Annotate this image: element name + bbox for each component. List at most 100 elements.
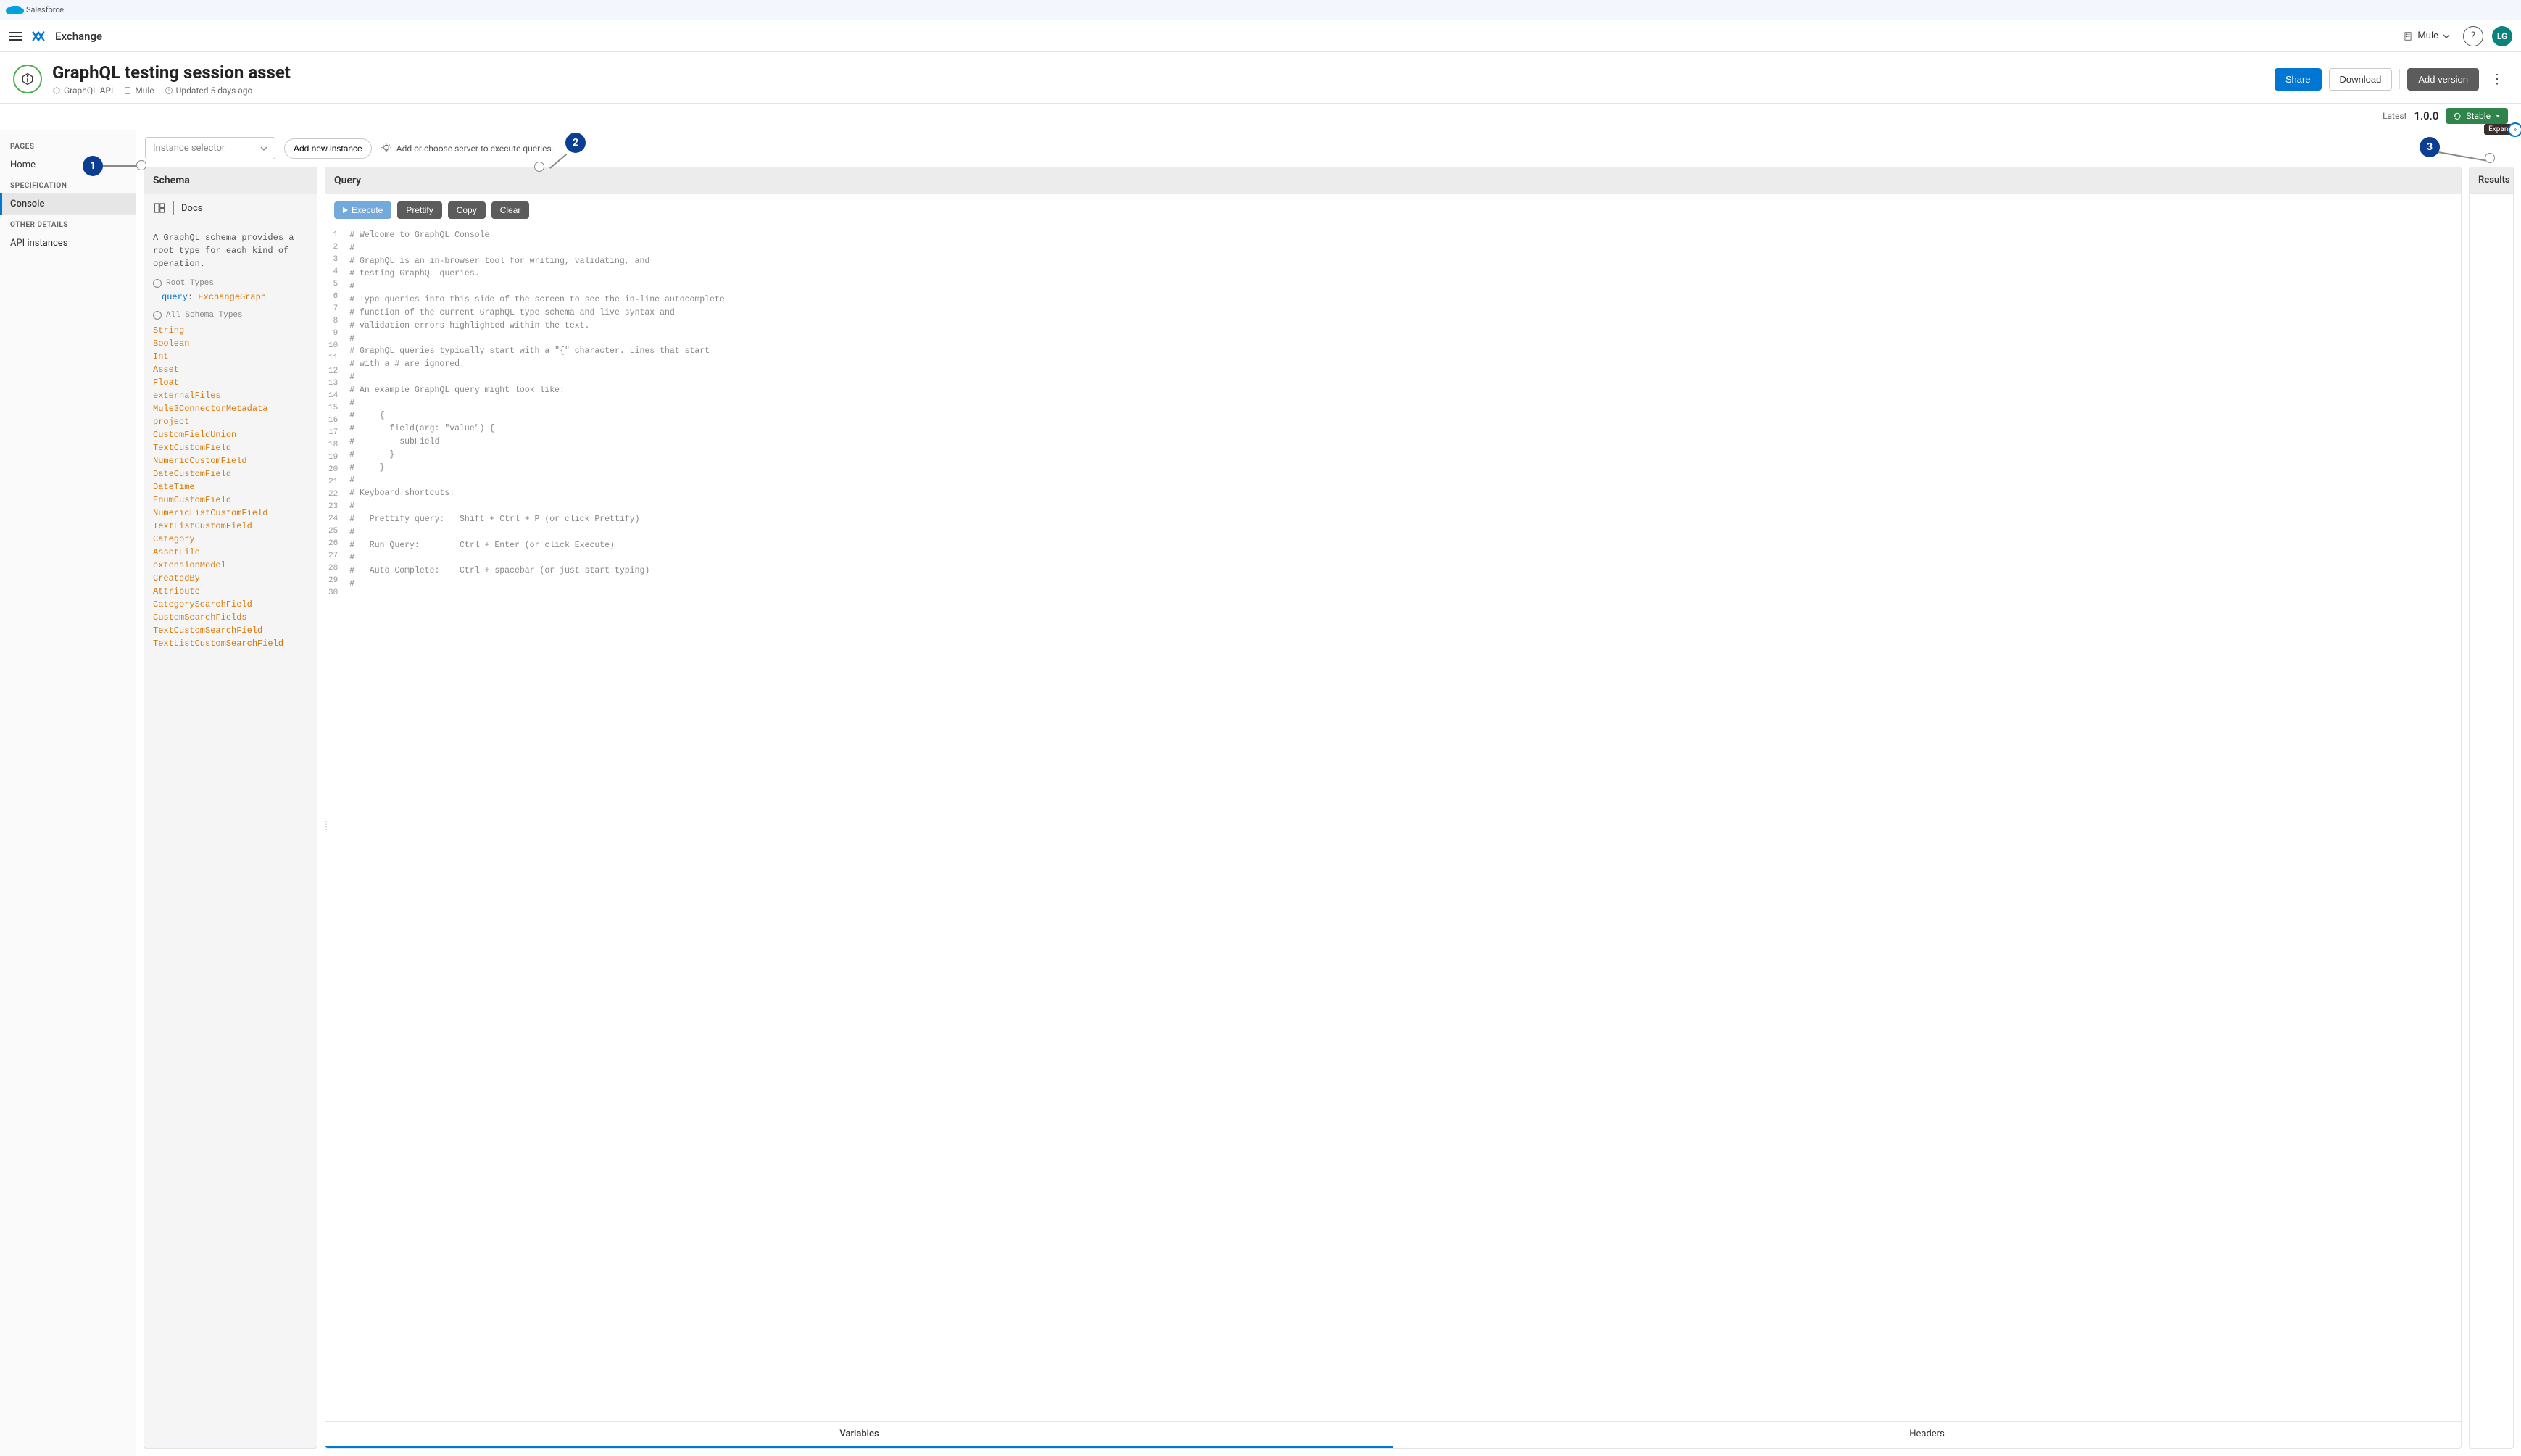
add-version-button[interactable]: Add version: [2407, 68, 2479, 91]
caret-down-icon: [2495, 113, 2501, 119]
callout-3: 3: [2420, 137, 2440, 157]
schema-type-item[interactable]: Category: [153, 533, 308, 546]
schema-type-item[interactable]: EnumCustomField: [153, 494, 308, 507]
callout-3-ring: [2485, 153, 2495, 163]
schema-type-item[interactable]: CreatedBy: [153, 572, 308, 585]
instance-row: Instance selector Add new instance Add o…: [136, 130, 2521, 167]
schema-type-item[interactable]: NumericCustomField: [153, 454, 308, 467]
clear-button[interactable]: Clear: [491, 201, 530, 219]
play-icon: [343, 207, 348, 213]
drag-handle-icon[interactable]: ⋮⋮: [325, 824, 330, 830]
callout-1: 1: [83, 156, 103, 176]
sidebar-item-api-instances[interactable]: API instances: [0, 232, 136, 254]
query-panel: Query Execute Prettify Copy Clear ⋮⋮ 123…: [325, 167, 2462, 1449]
org-selector[interactable]: Mule: [2399, 28, 2454, 44]
code-area[interactable]: # Welcome to GraphQL Console## GraphQL i…: [344, 226, 2461, 1421]
execute-button[interactable]: Execute: [334, 201, 391, 219]
schema-body: A GraphQL schema provides a root type fo…: [144, 222, 317, 1448]
sidebar-section-other: OTHER DETAILS: [0, 215, 136, 232]
refresh-icon: [2453, 112, 2462, 120]
schema-panel: Schema Docs A GraphQL schema provides a …: [144, 167, 317, 1449]
schema-type-item[interactable]: project: [153, 415, 308, 428]
lightbulb-icon: [381, 143, 392, 154]
schema-type-item[interactable]: TextListCustomField: [153, 520, 308, 533]
salesforce-label: Salesforce: [26, 5, 64, 14]
schema-type-item[interactable]: Float: [153, 376, 308, 389]
schema-explorer-icon[interactable]: [153, 201, 166, 215]
add-instance-button[interactable]: Add new instance: [284, 138, 372, 159]
asset-type: GraphQL API: [52, 86, 113, 96]
building-icon: [2403, 31, 2413, 41]
results-panel: Results: [2469, 167, 2514, 1449]
copy-button[interactable]: Copy: [448, 201, 486, 219]
asset-meta: GraphQL API Mule Updated 5 days ago: [52, 86, 2264, 96]
results-header: Results: [2470, 167, 2513, 194]
schema-type-item[interactable]: Asset: [153, 363, 308, 376]
docs-tab[interactable]: Docs: [181, 203, 202, 214]
tab-variables[interactable]: Variables: [325, 1422, 1393, 1448]
salesforce-top-bar: Salesforce: [0, 0, 2521, 20]
callout-1-line: [103, 165, 136, 167]
stable-badge[interactable]: Stable: [2446, 108, 2508, 124]
schema-type-item[interactable]: CategorySearchField: [153, 598, 308, 611]
instance-hint: Add or choose server to execute queries.: [381, 143, 554, 154]
schema-type-item[interactable]: TextListCustomSearchField: [153, 637, 308, 650]
collapse-icon: −: [153, 279, 162, 288]
share-button[interactable]: Share: [2275, 68, 2322, 91]
divider: [173, 201, 174, 215]
schema-type-item[interactable]: extensionModel: [153, 559, 308, 572]
hamburger-menu-icon[interactable]: [9, 32, 22, 41]
schema-type-item[interactable]: DateCustomField: [153, 467, 308, 481]
schema-type-item[interactable]: TextCustomField: [153, 441, 308, 454]
asset-owner: Mule: [123, 86, 154, 96]
schema-type-item[interactable]: Attribute: [153, 585, 308, 598]
expand-button[interactable]: »: [2508, 122, 2521, 137]
callout-2-ring: [534, 162, 544, 172]
schema-type-item[interactable]: TextCustomSearchField: [153, 624, 308, 637]
instance-selector[interactable]: Instance selector: [145, 137, 275, 159]
version-number: 1.0.0: [2414, 109, 2438, 122]
schema-description: A GraphQL schema provides a root type fo…: [153, 231, 308, 270]
asset-title: GraphQL testing session asset: [52, 62, 2264, 83]
asset-updated: Updated 5 days ago: [165, 86, 253, 96]
collapse-icon: −: [153, 311, 162, 320]
kebab-menu-icon[interactable]: ⋮: [2486, 69, 2508, 90]
query-header: Query: [325, 167, 2461, 194]
divider: [2399, 69, 2400, 89]
query-toolbar: Execute Prettify Copy Clear: [325, 194, 2461, 226]
schema-type-item[interactable]: NumericListCustomField: [153, 507, 308, 520]
salesforce-cloud-icon: [9, 6, 22, 14]
schema-type-list: StringBooleanIntAssetFloatexternalFilesM…: [153, 324, 308, 650]
navbar: Exchange Mule ? LG: [0, 20, 2521, 52]
all-types-toggle[interactable]: − All Schema Types: [153, 311, 308, 320]
sidebar-section-specification: SPECIFICATION: [0, 176, 136, 193]
main-content: PAGES Home SPECIFICATION Console OTHER D…: [0, 130, 2521, 1456]
root-types-toggle[interactable]: − Root Types: [153, 279, 308, 288]
asset-type-icon: [13, 65, 42, 93]
schema-type-item[interactable]: Int: [153, 350, 308, 363]
schema-type-item[interactable]: CustomSearchFields: [153, 611, 308, 624]
api-icon: [52, 86, 61, 95]
results-body: [2470, 194, 2513, 1448]
download-button[interactable]: Download: [2329, 68, 2393, 91]
query-editor[interactable]: ⋮⋮ 1234567891011121314151617181920212223…: [325, 226, 2461, 1421]
version-row: Latest 1.0.0 Stable Expand »: [0, 104, 2521, 130]
help-icon[interactable]: ?: [2463, 26, 2483, 46]
schema-tabs: Docs: [144, 194, 317, 222]
schema-type-item[interactable]: externalFiles: [153, 389, 308, 402]
schema-type-item[interactable]: Boolean: [153, 337, 308, 350]
latest-label: Latest: [2383, 111, 2406, 121]
schema-type-item[interactable]: String: [153, 324, 308, 337]
asset-actions: Share Download Add version ⋮: [2275, 68, 2508, 91]
user-avatar[interactable]: LG: [2492, 26, 2512, 46]
app-title: Exchange: [55, 30, 102, 43]
root-query[interactable]: query: ExchangeGraph: [162, 292, 308, 302]
exchange-logo-icon: [30, 28, 46, 44]
sidebar-item-console[interactable]: Console: [0, 193, 136, 215]
schema-type-item[interactable]: DateTime: [153, 481, 308, 494]
schema-type-item[interactable]: CustomFieldUnion: [153, 428, 308, 441]
schema-type-item[interactable]: AssetFile: [153, 546, 308, 559]
prettify-button[interactable]: Prettify: [397, 201, 441, 219]
tab-headers[interactable]: Headers: [1393, 1422, 2461, 1448]
schema-type-item[interactable]: Mule3ConnectorMetadata: [153, 402, 308, 415]
